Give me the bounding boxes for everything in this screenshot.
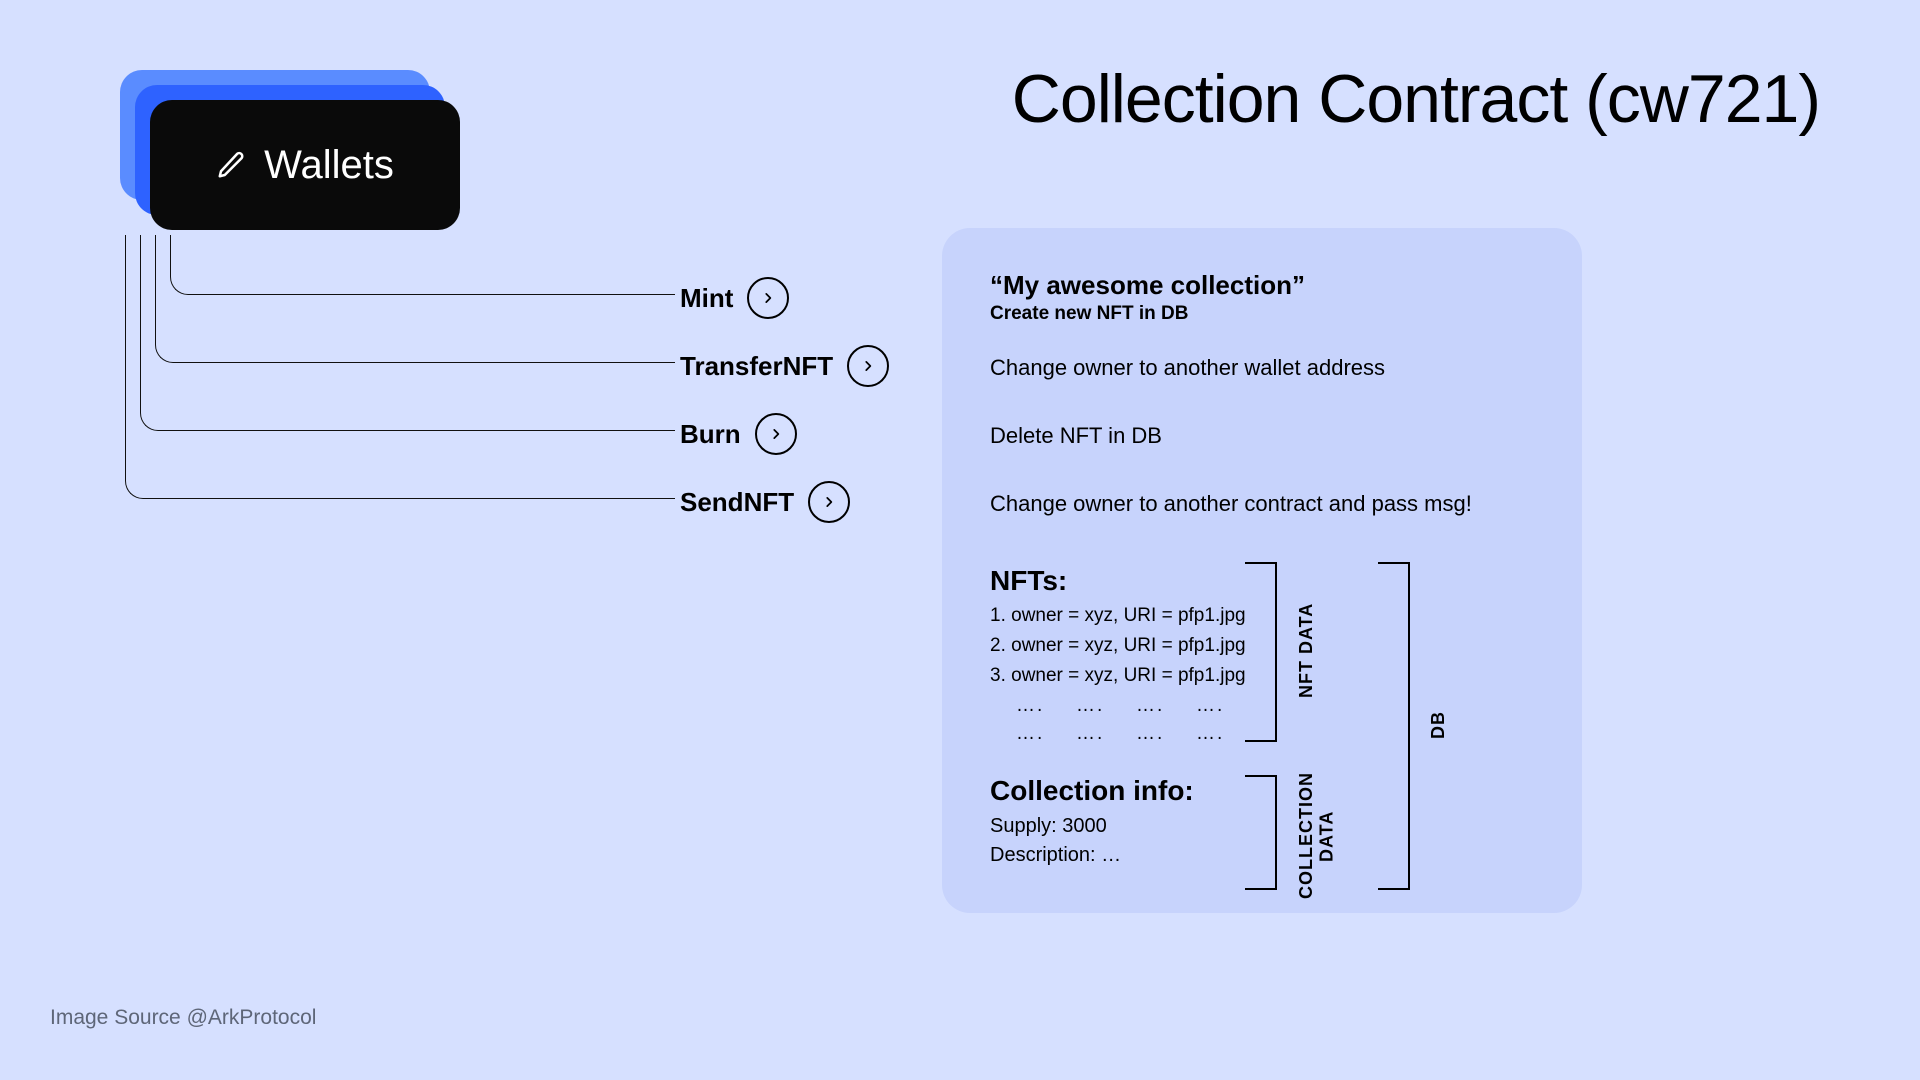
chevron-right-icon: [755, 413, 797, 455]
label-nft-data: NFT DATA: [1296, 590, 1317, 710]
action-label: Mint: [680, 283, 733, 314]
action-burn: Burn: [680, 413, 797, 455]
label-db: DB: [1428, 700, 1449, 750]
bracket-collection-data: [1245, 775, 1277, 890]
branches: Mint TransferNFT Burn SendNFT: [125, 155, 875, 575]
action-label: SendNFT: [680, 487, 794, 518]
panel-row-send: Change owner to another contract and pas…: [990, 491, 1534, 517]
image-source-credit: Image Source @ArkProtocol: [50, 1006, 316, 1030]
chevron-right-icon: [808, 481, 850, 523]
action-transfer-nft: TransferNFT: [680, 345, 889, 387]
chevron-right-icon: [847, 345, 889, 387]
send-description: Change owner to another contract and pas…: [990, 491, 1534, 517]
mint-description: Create new NFT in DB: [990, 303, 1534, 325]
chevron-right-icon: [747, 277, 789, 319]
page-title: Collection Contract (cw721): [1012, 60, 1820, 138]
branch-line: [125, 235, 675, 499]
action-label: Burn: [680, 419, 741, 450]
action-label: TransferNFT: [680, 351, 833, 382]
panel-row-mint: “My awesome collection” Create new NFT i…: [990, 270, 1534, 325]
panel-row-burn: Delete NFT in DB: [990, 423, 1534, 449]
bracket-nft-data: [1245, 562, 1277, 742]
collection-name: “My awesome collection”: [990, 270, 1534, 301]
burn-description: Delete NFT in DB: [990, 423, 1534, 449]
action-mint: Mint: [680, 277, 789, 319]
action-send-nft: SendNFT: [680, 481, 850, 523]
label-collection-data: COLLECTION DATA: [1296, 772, 1337, 900]
transfer-description: Change owner to another wallet address: [990, 355, 1534, 381]
bracket-db: [1378, 562, 1410, 890]
panel-row-transfer: Change owner to another wallet address: [990, 355, 1534, 381]
